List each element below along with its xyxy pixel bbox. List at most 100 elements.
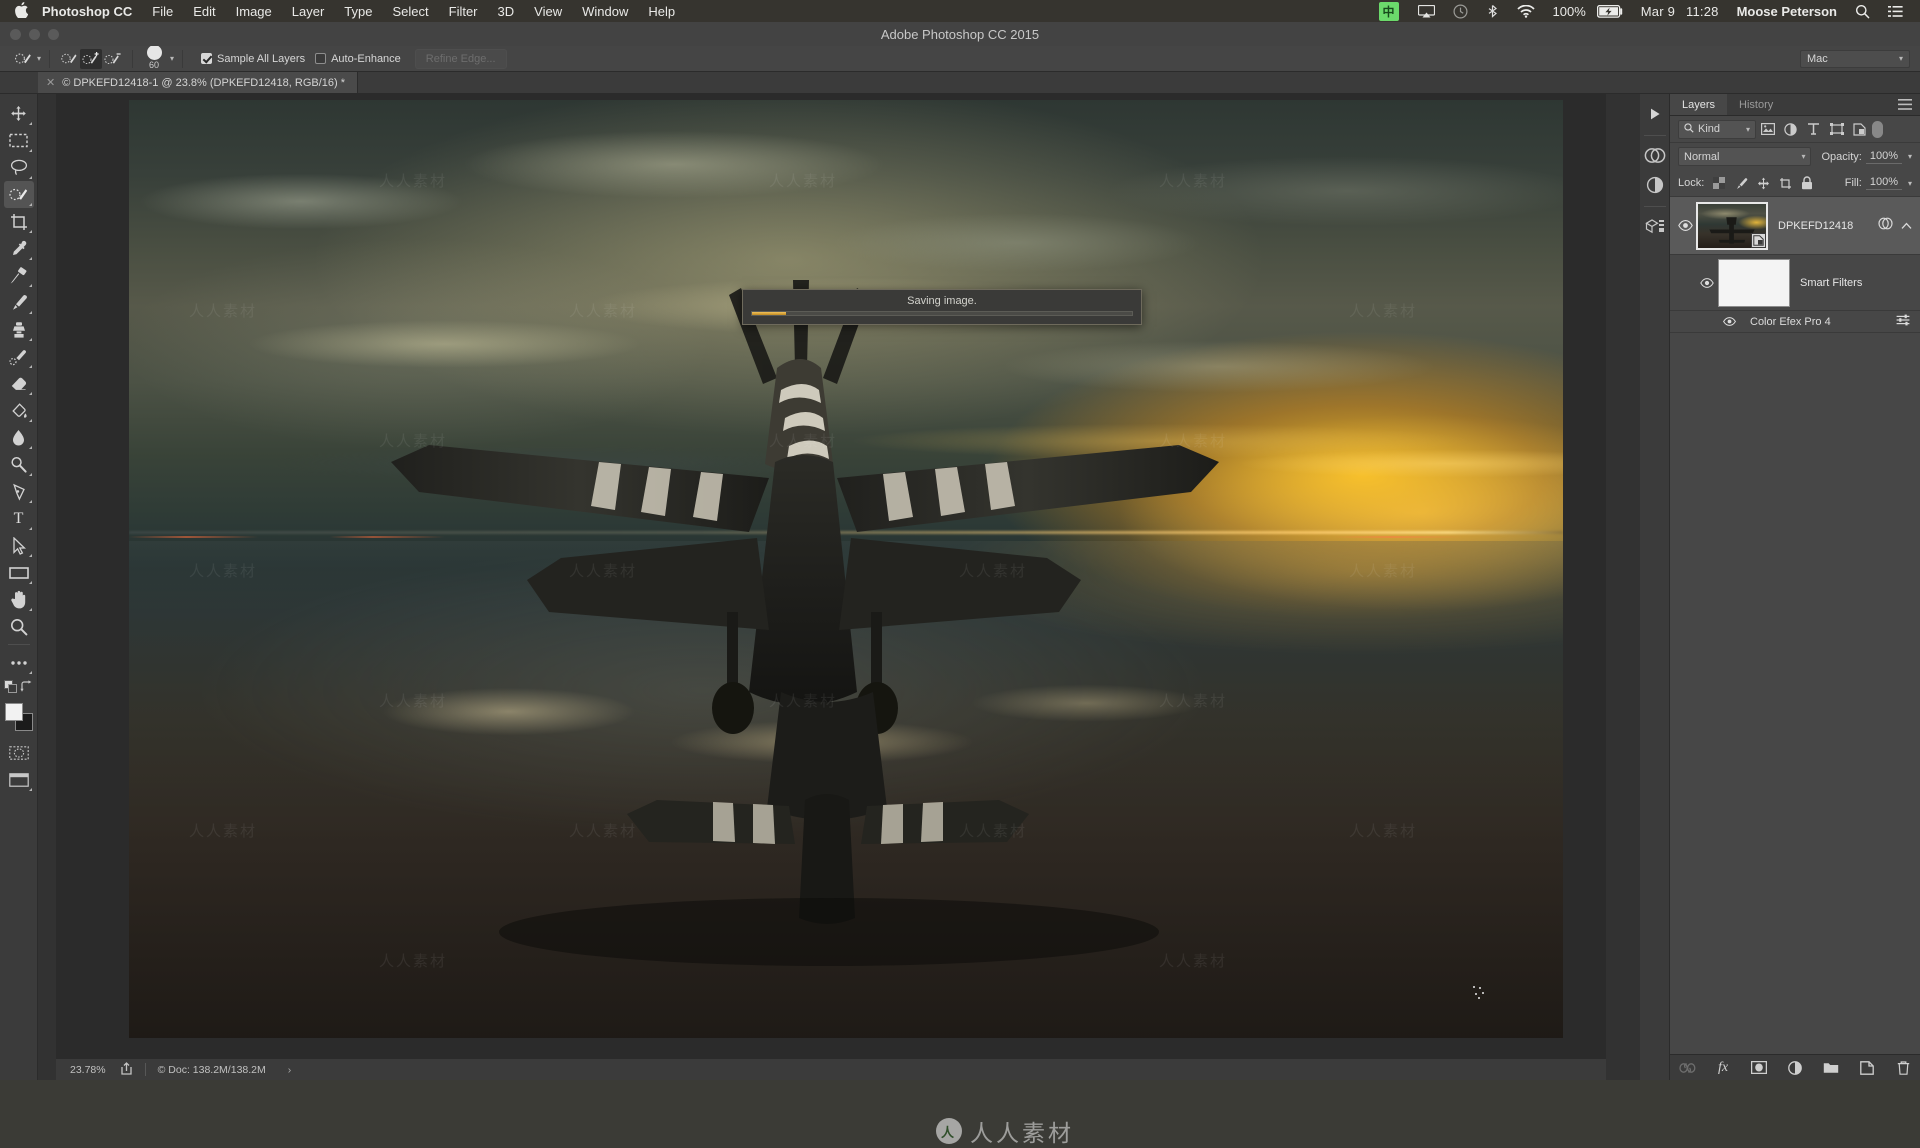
layer-mask-icon[interactable]	[1749, 1058, 1769, 1078]
fill-field[interactable]: Fill: 100% ▾	[1845, 176, 1912, 190]
quick-selection-tool[interactable]	[3, 181, 34, 208]
layer-filter-kind-select[interactable]: Kind ▾	[1678, 119, 1756, 139]
filter-toggle-icon[interactable]	[1871, 120, 1884, 139]
chevron-down-icon[interactable]: ▾	[37, 54, 41, 63]
time-machine-icon[interactable]	[1444, 3, 1477, 19]
smart-filter-effect-name[interactable]: Color Efex Pro 4	[1740, 316, 1896, 328]
image-canvas[interactable]: 人人素材 人人素材 人人素材 人人素材 人人素材 人人素材 人人素材 人人素材 …	[129, 100, 1563, 1038]
rectangle-tool[interactable]	[4, 559, 34, 586]
link-layers-icon[interactable]	[1677, 1058, 1697, 1078]
pen-tool[interactable]	[4, 478, 34, 505]
close-window-button[interactable]	[10, 29, 21, 40]
chevron-down-icon[interactable]: ▾	[1746, 125, 1750, 134]
menubar-date[interactable]: Mar 9	[1632, 4, 1684, 19]
menu-item-view[interactable]: View	[524, 4, 572, 19]
blur-tool[interactable]	[4, 424, 34, 451]
menu-item-filter[interactable]: Filter	[439, 4, 488, 19]
menu-item-type[interactable]: Type	[334, 4, 382, 19]
status-expand-arrow[interactable]: ›	[288, 1064, 292, 1076]
opacity-value[interactable]: 100%	[1865, 150, 1902, 164]
search-icon[interactable]	[1846, 4, 1879, 19]
menu-item-window[interactable]: Window	[572, 4, 638, 19]
layer-name[interactable]: DPKEFD12418	[1768, 220, 1878, 232]
brush-tool[interactable]	[4, 289, 34, 316]
creative-cloud-libraries-icon[interactable]	[1642, 141, 1668, 169]
smart-filters-visibility-toggle[interactable]	[1696, 277, 1718, 288]
layer-thumbnail[interactable]	[1696, 201, 1768, 250]
lock-all-icon[interactable]	[1796, 174, 1818, 192]
smart-object-layers-icon[interactable]	[1848, 120, 1871, 139]
adjustments-icon[interactable]	[1642, 171, 1668, 199]
share-icon[interactable]	[120, 1061, 133, 1078]
notification-center-icon[interactable]	[1879, 5, 1912, 18]
panel-menu-icon[interactable]	[1898, 94, 1920, 115]
move-tool[interactable]	[4, 100, 34, 127]
blend-mode-select[interactable]: Normal ▾	[1678, 147, 1812, 166]
subtract-from-selection-icon[interactable]	[102, 49, 124, 69]
history-brush-tool[interactable]	[4, 343, 34, 370]
dodge-tool[interactable]	[4, 451, 34, 478]
layer-row[interactable]: DPKEFD12418	[1670, 197, 1920, 255]
layer-visibility-toggle[interactable]	[1674, 220, 1696, 231]
tool-preset-picker[interactable]: ▾	[12, 49, 41, 69]
menu-item-file[interactable]: File	[142, 4, 183, 19]
filter-settings-icon[interactable]	[1896, 314, 1920, 329]
smart-filter-effect-visibility-toggle[interactable]	[1718, 317, 1740, 326]
zoom-level[interactable]: 23.78%	[70, 1064, 106, 1076]
swap-colors-icon[interactable]	[20, 680, 33, 699]
pixel-layers-icon[interactable]	[1756, 120, 1779, 139]
expand-panels-icon[interactable]	[1642, 100, 1668, 128]
smart-filters-badge-icon[interactable]	[1878, 217, 1893, 235]
adjustment-layers-icon[interactable]	[1779, 120, 1802, 139]
add-to-selection-icon[interactable]	[80, 48, 103, 69]
menubar-time[interactable]: 11:28	[1684, 4, 1728, 19]
menu-item-3d[interactable]: 3D	[488, 4, 525, 19]
workspace-switcher[interactable]: Mac ▾	[1800, 49, 1910, 68]
auto-enhance-checkbox[interactable]: Auto-Enhance	[315, 53, 401, 65]
quick-selection-tool-icon[interactable]	[12, 49, 34, 69]
foreground-color-swatch[interactable]	[4, 703, 23, 721]
smart-filters-row[interactable]: Smart Filters	[1670, 255, 1920, 311]
lock-transparent-pixels-icon[interactable]	[1708, 174, 1730, 192]
menubar-user[interactable]: Moose Peterson	[1728, 4, 1846, 19]
lock-image-pixels-icon[interactable]	[1730, 174, 1752, 192]
wifi-icon[interactable]	[1508, 4, 1544, 18]
new-group-icon[interactable]	[1821, 1058, 1841, 1078]
lock-artboard-icon[interactable]	[1774, 174, 1796, 192]
layer-style-icon[interactable]: fx	[1713, 1058, 1733, 1078]
sample-all-layers-checkbox[interactable]: Sample All Layers	[201, 53, 305, 65]
delete-layer-icon[interactable]	[1893, 1058, 1913, 1078]
edit-toolbar-tool[interactable]	[4, 649, 34, 676]
new-layer-icon[interactable]	[1857, 1058, 1877, 1078]
chevron-down-icon[interactable]: ▾	[170, 54, 174, 63]
chevron-down-icon[interactable]: ▾	[1801, 152, 1805, 161]
zoom-window-button[interactable]	[48, 29, 59, 40]
airplay-icon[interactable]	[1409, 4, 1444, 18]
color-swatches[interactable]	[4, 703, 34, 733]
chevron-down-icon[interactable]: ▾	[1899, 54, 1903, 63]
input-method-badge[interactable]: 中	[1378, 1, 1399, 21]
menu-item-layer[interactable]: Layer	[282, 4, 335, 19]
fill-value[interactable]: 100%	[1865, 176, 1902, 190]
gradient-tool[interactable]	[4, 397, 34, 424]
brush-size-picker[interactable]: 60	[141, 45, 167, 70]
spot-healing-brush-tool[interactable]	[4, 262, 34, 289]
menu-item-help[interactable]: Help	[638, 4, 685, 19]
checkbox-box[interactable]	[201, 53, 213, 64]
quick-mask-mode-icon[interactable]	[4, 739, 34, 766]
chevron-down-icon[interactable]: ▾	[1908, 152, 1912, 161]
path-selection-tool[interactable]	[4, 532, 34, 559]
opacity-field[interactable]: Opacity: 100% ▾	[1821, 150, 1912, 164]
minimize-window-button[interactable]	[29, 29, 40, 40]
crop-tool[interactable]	[4, 208, 34, 235]
document-tab[interactable]: ✕ © DPKEFD12418-1 @ 23.8% (DPKEFD12418, …	[38, 72, 359, 93]
checkbox-box[interactable]	[315, 53, 327, 64]
smart-filter-mask-thumbnail[interactable]	[1718, 258, 1790, 307]
rectangular-marquee-tool[interactable]	[4, 127, 34, 154]
clone-stamp-tool[interactable]	[4, 316, 34, 343]
smart-filter-effect-row[interactable]: Color Efex Pro 4	[1670, 311, 1920, 333]
close-icon[interactable]: ✕	[46, 76, 55, 89]
new-selection-icon[interactable]	[58, 49, 80, 69]
menu-item-image[interactable]: Image	[226, 4, 282, 19]
type-layers-icon[interactable]	[1802, 120, 1825, 139]
